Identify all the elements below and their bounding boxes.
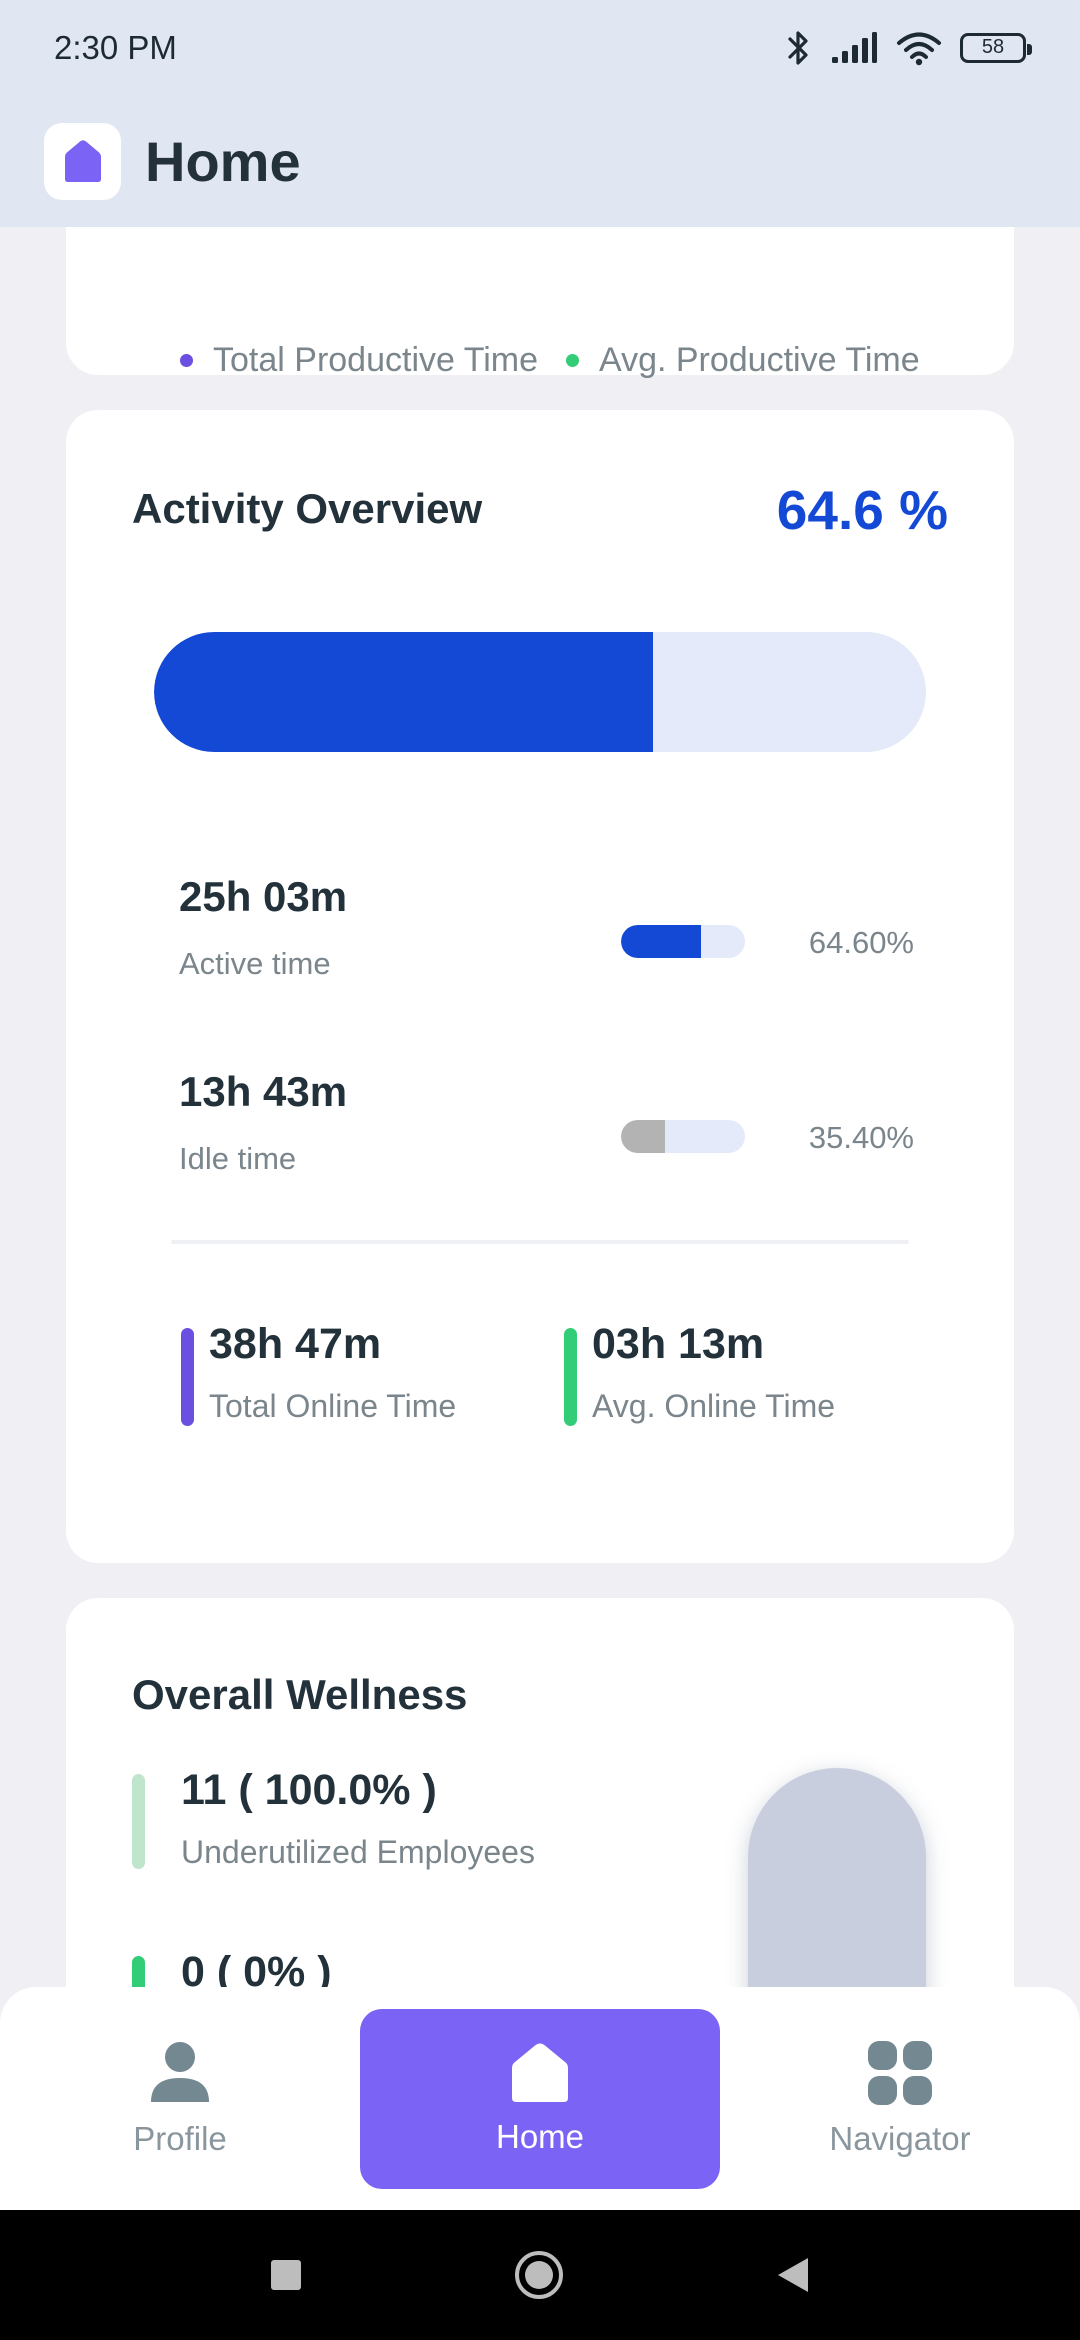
grid-icon [868, 2041, 932, 2105]
idle-time-row: 13h 43m Idle time 35.40% [179, 1068, 914, 1188]
nav-label: Home [495, 2118, 585, 2155]
bluetooth-icon [788, 30, 808, 65]
wellness-value: 11 ( 100.0% ) [181, 1766, 437, 1814]
active-time-label: Active time [179, 946, 331, 981]
legend-dot [180, 353, 193, 367]
person-icon [151, 2042, 209, 2102]
avg-online-value: 03h 13m [592, 1320, 765, 1368]
home-icon [512, 2043, 568, 2102]
idle-time-bar [621, 1120, 745, 1153]
activity-progress-bar [154, 632, 926, 752]
total-online-time: 38h 47m Total Online Time [181, 1320, 541, 1430]
legend-dot [566, 353, 579, 367]
app-bar: Home [0, 95, 1080, 227]
active-time-value: 25h 03m [179, 873, 348, 920]
wellness-label: Underutilized Employees [181, 1834, 535, 1870]
status-icons: 58 [786, 28, 1032, 68]
active-time-row: 25h 03m Active time 64.60% [179, 873, 914, 993]
idle-time-value: 13h 43m [179, 1068, 348, 1115]
wellness-indicator [132, 1774, 145, 1869]
nav-item-navigator[interactable]: Navigator [720, 2009, 1080, 2189]
total-online-value: 38h 47m [209, 1320, 382, 1368]
idle-time-percent: 35.40% [808, 1120, 914, 1155]
home-icon [64, 140, 101, 182]
back-icon[interactable] [775, 2256, 811, 2294]
recent-apps-icon[interactable] [269, 2258, 303, 2292]
legend-item-avg-productive: Avg. Productive Time [566, 335, 920, 385]
idle-time-bar-fill [621, 1120, 665, 1153]
wifi-icon [897, 32, 941, 65]
avg-online-label: Avg. Online Time [592, 1388, 836, 1424]
home-circle-icon[interactable] [513, 2249, 565, 2301]
status-bar: 2:30 PM 58 [0, 0, 1080, 95]
activity-progress-fill [154, 632, 653, 752]
avg-online-indicator [564, 1328, 577, 1426]
active-time-bar-fill [621, 925, 702, 958]
active-time-bar [621, 925, 745, 958]
app-logo [44, 122, 121, 200]
activity-overview-percent: 64.6 % [776, 479, 948, 541]
activity-overview-card: Activity Overview 64.6 % 25h 03m Active … [66, 410, 1014, 1563]
legend-label: Avg. Productive Time [599, 340, 920, 379]
total-online-indicator [181, 1328, 194, 1426]
legend-label: Total Productive Time [213, 340, 539, 379]
status-time: 2:30 PM [54, 28, 177, 66]
nav-label: Navigator [829, 2120, 971, 2157]
total-online-label: Total Online Time [209, 1388, 457, 1424]
system-navigation-bar [0, 2210, 1080, 2340]
signal-icon [832, 31, 877, 63]
nav-item-home[interactable]: Home [360, 2009, 720, 2189]
wellness-item-underutilized: 11 ( 100.0% ) Underutilized Employees [132, 1766, 732, 1876]
divider [171, 1240, 909, 1244]
legend-item-total-productive: Total Productive Time [180, 335, 538, 385]
nav-item-profile[interactable]: Profile [0, 2009, 360, 2189]
battery-icon: 58 [960, 32, 1032, 63]
bottom-navigation: Profile Home Navigator [0, 1987, 1080, 2210]
screen: Total Productive Time Avg. Productive Ti… [0, 0, 1080, 2340]
overall-wellness-title: Overall Wellness [132, 1671, 468, 1718]
nav-label: Profile [133, 2120, 227, 2157]
idle-time-label: Idle time [179, 1141, 297, 1176]
active-time-percent: 64.60% [808, 925, 914, 960]
avg-online-time: 03h 13m Avg. Online Time [564, 1320, 924, 1430]
activity-overview-title: Activity Overview [132, 485, 483, 532]
battery-level: 58 [981, 36, 1005, 58]
page-title: Home [145, 129, 301, 193]
